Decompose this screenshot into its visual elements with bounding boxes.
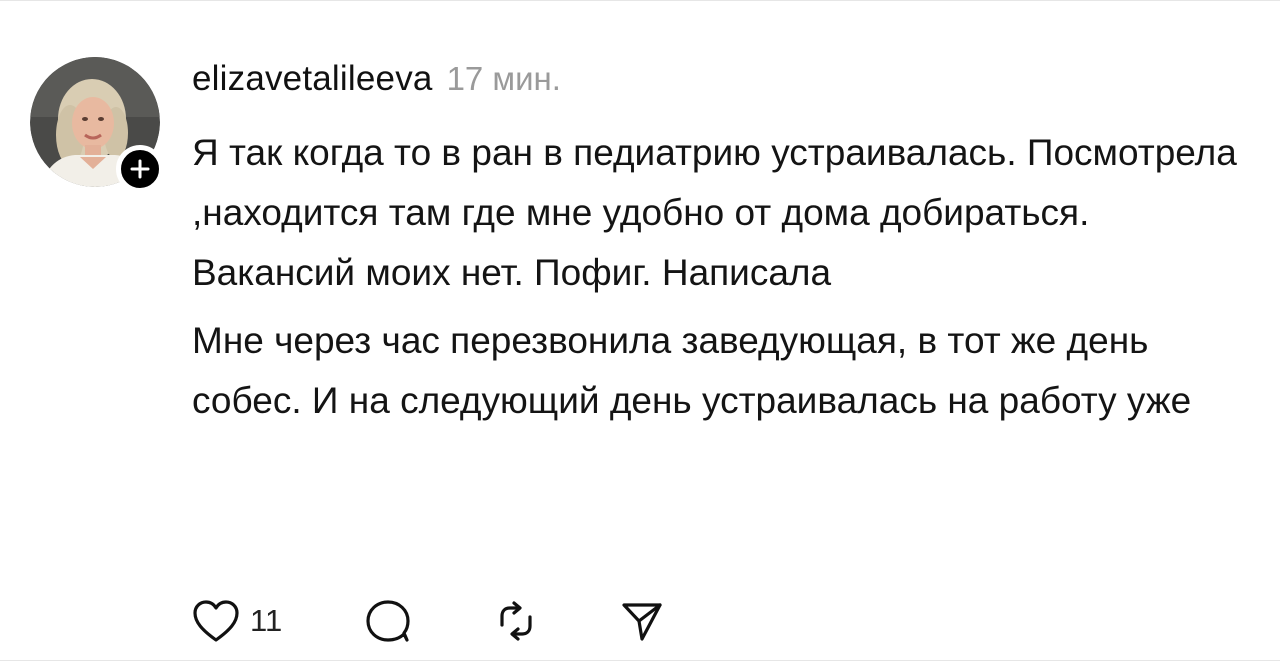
plus-icon — [130, 159, 150, 179]
comment-content: elizavetalileeva 17 мин. Я так когда то … — [192, 59, 1252, 431]
avatar-container — [30, 57, 164, 193]
action-bar: 11 — [192, 597, 746, 645]
reply-button[interactable] — [364, 598, 412, 644]
repost-button[interactable] — [494, 599, 538, 643]
heart-icon — [193, 600, 239, 642]
follow-button[interactable] — [116, 145, 164, 193]
comment-text-paragraph: Мне через час перезвонила заведующая, в … — [192, 320, 1192, 421]
share-button[interactable] — [620, 599, 664, 643]
comment-post: elizavetalileeva 17 мин. Я так когда то … — [0, 0, 1280, 661]
comment-text-paragraph: Я так когда то в ран в педиатрию устраив… — [192, 132, 1237, 293]
like-count: 11 — [250, 603, 283, 638]
comment-header: elizavetalileeva 17 мин. — [192, 59, 1252, 99]
username-link[interactable]: elizavetalileeva — [192, 59, 433, 99]
send-icon — [622, 603, 662, 641]
repost-icon — [500, 601, 532, 641]
comment-icon — [366, 600, 410, 642]
like-button[interactable]: 11 — [192, 599, 282, 643]
timestamp: 17 мин. — [446, 60, 561, 97]
